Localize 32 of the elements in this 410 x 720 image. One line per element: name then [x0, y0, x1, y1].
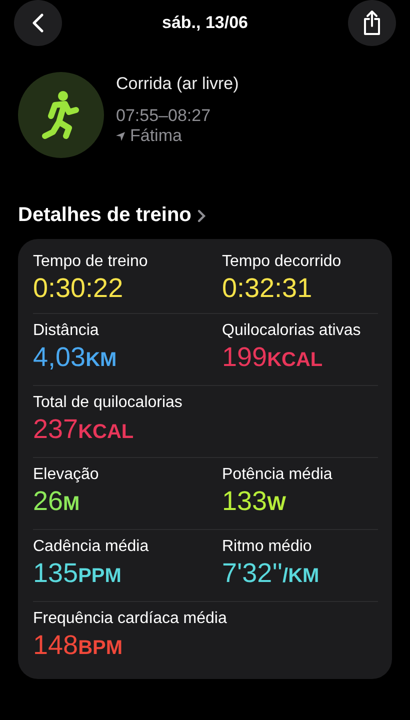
metric-label: Elevação — [33, 465, 100, 485]
metric-label: Tempo decorrido — [222, 252, 342, 272]
metric-label: Quilocalorias ativas — [222, 321, 362, 341]
metric-label: Total de quilocalorias — [33, 393, 184, 413]
metric-label: Potência média — [222, 465, 334, 485]
metric-label: Ritmo médio — [222, 537, 313, 557]
metric-value: 135PPM — [33, 557, 122, 590]
share-icon — [362, 10, 382, 36]
metric-value: 26M — [33, 485, 81, 518]
share-button[interactable] — [348, 0, 396, 46]
metric-label: Distância — [33, 321, 100, 341]
metric-value: 148BPM — [33, 629, 124, 662]
metric-value: 4,03KM — [33, 341, 118, 374]
back-icon — [32, 13, 44, 33]
section-title: Detalhes de treino — [18, 204, 192, 227]
date-title: sáb., 13/06 — [162, 13, 248, 33]
chevron-icon[interactable] — [197, 208, 206, 222]
metric-value: 237KCAL — [33, 413, 135, 446]
metric-value: 0:32:31 — [222, 272, 314, 305]
metric-label: Tempo de treino — [33, 252, 149, 272]
metric-label: Cadência média — [33, 537, 150, 557]
back-button[interactable] — [14, 0, 62, 46]
metric-value: 7'32''/KM — [222, 557, 320, 590]
workout-name: Corrida (ar livre) — [116, 74, 239, 94]
runner-icon — [41, 90, 81, 140]
metric-value: 199KCAL — [222, 341, 324, 374]
metric-label: Frequência cardíaca média — [33, 609, 228, 629]
metric-value: 0:30:22 — [33, 272, 124, 305]
workout-location: Fátima — [130, 126, 182, 146]
metric-value: 133W — [222, 485, 287, 518]
workout-time: 07:55–08:27 — [116, 106, 212, 126]
location-arrow-icon — [116, 132, 125, 140]
